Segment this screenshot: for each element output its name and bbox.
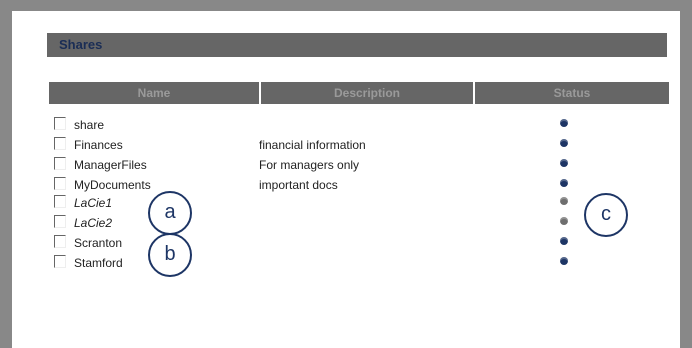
share-checkbox[interactable] — [54, 117, 66, 130]
share-name: share — [74, 118, 105, 132]
share-checkbox[interactable] — [54, 137, 66, 150]
shares-list: share Finances financial information Man… — [54, 115, 664, 273]
share-checkbox[interactable] — [54, 177, 66, 190]
share-checkbox[interactable] — [54, 195, 66, 208]
table-row: LaCie1 — [54, 193, 664, 213]
share-description: financial information — [259, 138, 366, 152]
table-row: share — [54, 115, 664, 135]
share-checkbox[interactable] — [54, 157, 66, 170]
callout-a: a — [148, 191, 192, 235]
share-description: important docs — [259, 178, 338, 192]
status-icon — [560, 119, 568, 127]
callout-b: b — [148, 233, 192, 277]
share-checkbox[interactable] — [54, 235, 66, 248]
table-header: Name Description Status — [49, 82, 669, 104]
share-name: MyDocuments — [74, 178, 151, 192]
status-icon — [560, 159, 568, 167]
status-icon — [560, 139, 568, 147]
column-header-status[interactable]: Status — [475, 82, 669, 104]
table-row: Stamford — [54, 253, 664, 273]
share-name: LaCie2 — [74, 216, 113, 230]
status-icon — [560, 217, 568, 225]
status-icon — [560, 197, 568, 205]
share-name: Stamford — [74, 256, 123, 270]
table-row: Finances financial information — [54, 135, 664, 155]
share-name: Scranton — [74, 236, 123, 250]
column-header-description[interactable]: Description — [261, 82, 473, 104]
table-row: ManagerFiles For managers only — [54, 155, 664, 175]
status-icon — [560, 179, 568, 187]
status-icon — [560, 257, 568, 265]
table-row: LaCie2 — [54, 213, 664, 233]
shares-panel: Shares Name Description Status share Fin… — [12, 11, 680, 348]
callout-c: c — [584, 193, 628, 237]
table-row: Scranton — [54, 233, 664, 253]
status-icon — [560, 237, 568, 245]
share-checkbox[interactable] — [54, 255, 66, 268]
share-checkbox[interactable] — [54, 215, 66, 228]
share-name: ManagerFiles — [74, 158, 147, 172]
table-row: MyDocuments important docs — [54, 175, 664, 193]
section-title: Shares — [47, 33, 667, 57]
share-name: Finances — [74, 138, 123, 152]
share-description: For managers only — [259, 158, 360, 172]
share-name: LaCie1 — [74, 196, 113, 210]
column-header-name[interactable]: Name — [49, 82, 259, 104]
